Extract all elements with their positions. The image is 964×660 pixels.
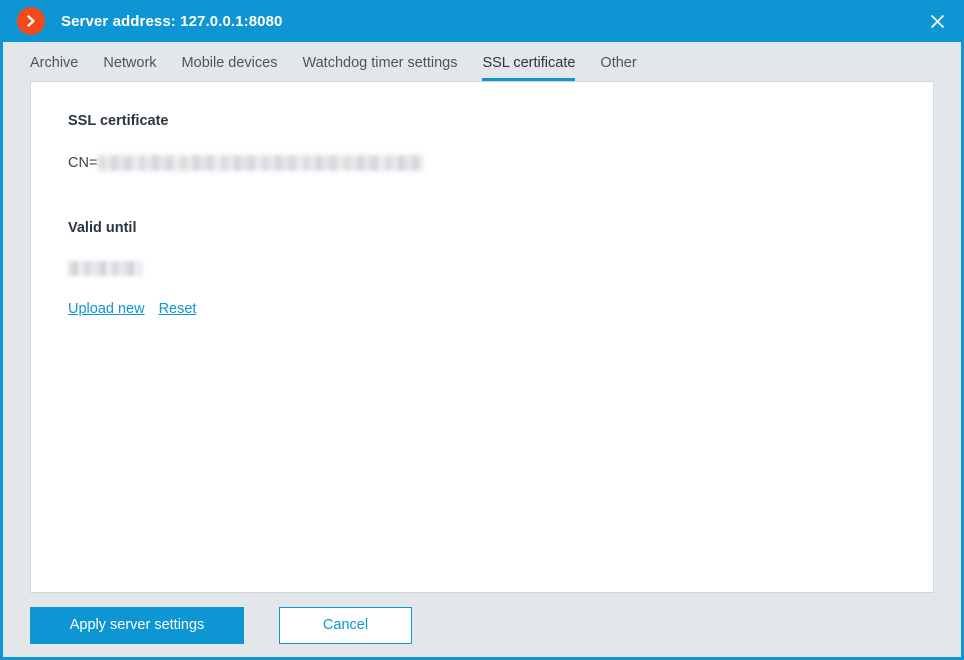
certificate-cn-label: CN=: [68, 155, 98, 171]
settings-dialog-window: Server address: 127.0.0.1:8080 Archive N…: [0, 0, 964, 660]
close-window-button[interactable]: [913, 0, 961, 42]
certificate-actions: Upload new Reset: [68, 300, 933, 318]
certificate-cn-row: CN=: [68, 154, 933, 172]
tab-mobile-devices[interactable]: Mobile devices: [182, 54, 278, 81]
tab-bar: Archive Network Mobile devices Watchdog …: [3, 42, 961, 81]
dialog-footer: Apply server settings Cancel: [3, 593, 961, 657]
close-icon: [930, 14, 944, 28]
cancel-button[interactable]: Cancel: [279, 606, 412, 644]
certificate-cn-value-redacted: [98, 155, 425, 171]
reset-link[interactable]: Reset: [159, 300, 197, 318]
window-title: Server address: 127.0.0.1:8080: [61, 12, 283, 30]
tab-ssl-certificate[interactable]: SSL certificate: [482, 54, 575, 81]
title-bar: Server address: 127.0.0.1:8080: [3, 0, 961, 42]
ssl-certificate-heading: SSL certificate: [68, 113, 169, 129]
ssl-certificate-panel: SSL certificate CN= Valid until Upload n…: [30, 81, 934, 593]
valid-until-heading: Valid until: [68, 220, 137, 236]
tab-other[interactable]: Other: [600, 54, 636, 81]
orange-chevron-right-logo-icon: [17, 7, 45, 35]
upload-new-link[interactable]: Upload new: [68, 300, 145, 318]
tab-watchdog-timer-settings[interactable]: Watchdog timer settings: [302, 54, 457, 81]
tab-archive[interactable]: Archive: [30, 54, 78, 81]
valid-until-value-redacted: [68, 261, 142, 276]
apply-server-settings-button[interactable]: Apply server settings: [30, 606, 244, 644]
content-area: SSL certificate CN= Valid until Upload n…: [3, 81, 961, 593]
tab-network[interactable]: Network: [103, 54, 156, 81]
